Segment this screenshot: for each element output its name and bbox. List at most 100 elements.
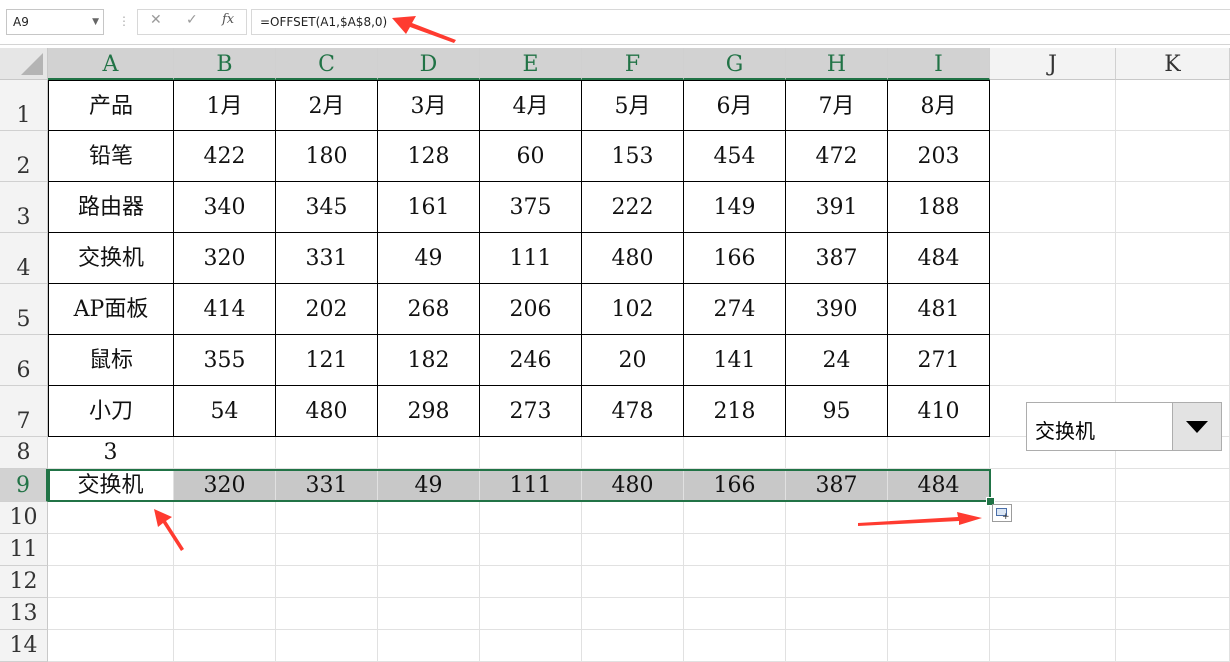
cell-h2[interactable]: 472 (786, 131, 888, 182)
product-combo-box[interactable]: 交换机 (1026, 402, 1222, 451)
cell-c5[interactable]: 202 (276, 284, 378, 335)
cell-b4[interactable]: 320 (174, 233, 276, 284)
cell-k6[interactable] (1116, 335, 1230, 386)
cell-c10[interactable] (276, 502, 378, 534)
cell-i12[interactable] (888, 566, 990, 598)
cell-j5[interactable] (990, 284, 1116, 335)
cell-e5[interactable]: 206 (480, 284, 582, 335)
cell-c6[interactable]: 121 (276, 335, 378, 386)
cell-e12[interactable] (480, 566, 582, 598)
cell-a8[interactable]: 3 (48, 437, 174, 469)
cell-j12[interactable] (990, 566, 1116, 598)
cell-b7[interactable]: 54 (174, 386, 276, 437)
cell-i7[interactable]: 410 (888, 386, 990, 437)
row-header-9[interactable]: 9 (0, 469, 48, 502)
cell-b8[interactable] (174, 437, 276, 469)
cell-i11[interactable] (888, 534, 990, 566)
cell-b9[interactable]: 320 (174, 469, 276, 502)
paste-options-icon[interactable]: + (992, 504, 1012, 522)
cell-d2[interactable]: 128 (378, 131, 480, 182)
cell-g14[interactable] (684, 630, 786, 662)
cell-g5[interactable]: 274 (684, 284, 786, 335)
cell-i3[interactable]: 188 (888, 182, 990, 233)
column-header-i[interactable]: I (888, 48, 990, 80)
cell-h6[interactable]: 24 (786, 335, 888, 386)
cell-e2[interactable]: 60 (480, 131, 582, 182)
cell-k4[interactable] (1116, 233, 1230, 284)
cell-f12[interactable] (582, 566, 684, 598)
cell-b14[interactable] (174, 630, 276, 662)
cell-b1[interactable]: 1月 (174, 80, 276, 131)
cell-d7[interactable]: 298 (378, 386, 480, 437)
cell-a4[interactable]: 交换机 (48, 233, 174, 284)
cell-d14[interactable] (378, 630, 480, 662)
column-header-a[interactable]: A (48, 48, 174, 80)
cell-d10[interactable] (378, 502, 480, 534)
row-header-5[interactable]: 5 (0, 284, 48, 335)
cell-e7[interactable]: 273 (480, 386, 582, 437)
row-header-4[interactable]: 4 (0, 233, 48, 284)
cell-k13[interactable] (1116, 598, 1230, 630)
cell-b5[interactable]: 414 (174, 284, 276, 335)
cell-e3[interactable]: 375 (480, 182, 582, 233)
cell-h4[interactable]: 387 (786, 233, 888, 284)
cell-g8[interactable] (684, 437, 786, 469)
cell-i13[interactable] (888, 598, 990, 630)
cell-a14[interactable] (48, 630, 174, 662)
cell-f7[interactable]: 478 (582, 386, 684, 437)
cell-f9[interactable]: 480 (582, 469, 684, 502)
cell-d12[interactable] (378, 566, 480, 598)
row-header-10[interactable]: 10 (0, 502, 48, 534)
cell-j14[interactable] (990, 630, 1116, 662)
cell-g13[interactable] (684, 598, 786, 630)
cell-c13[interactable] (276, 598, 378, 630)
cell-a1[interactable]: 产品 (48, 80, 174, 131)
cell-j11[interactable] (990, 534, 1116, 566)
cell-f3[interactable]: 222 (582, 182, 684, 233)
column-header-c[interactable]: C (276, 48, 378, 80)
cell-f2[interactable]: 153 (582, 131, 684, 182)
cell-d8[interactable] (378, 437, 480, 469)
cell-a7[interactable]: 小刀 (48, 386, 174, 437)
cell-k3[interactable] (1116, 182, 1230, 233)
row-header-8[interactable]: 8 (0, 437, 48, 469)
cell-k1[interactable] (1116, 80, 1230, 131)
cell-i9[interactable]: 484 (888, 469, 990, 502)
column-header-j[interactable]: J (990, 48, 1116, 80)
cell-h12[interactable] (786, 566, 888, 598)
cell-j9[interactable] (990, 469, 1116, 502)
cell-a9[interactable]: 交换机 (48, 469, 174, 502)
cell-c8[interactable] (276, 437, 378, 469)
cancel-icon[interactable]: ✕ (150, 12, 162, 28)
cell-a12[interactable] (48, 566, 174, 598)
cell-j4[interactable] (990, 233, 1116, 284)
name-box[interactable]: A9 ▼ (6, 9, 104, 35)
cell-e1[interactable]: 4月 (480, 80, 582, 131)
column-header-b[interactable]: B (174, 48, 276, 80)
cell-b3[interactable]: 340 (174, 182, 276, 233)
cell-e10[interactable] (480, 502, 582, 534)
row-header-3[interactable]: 3 (0, 182, 48, 233)
cell-j13[interactable] (990, 598, 1116, 630)
cell-g12[interactable] (684, 566, 786, 598)
row-header-6[interactable]: 6 (0, 335, 48, 386)
cell-e8[interactable] (480, 437, 582, 469)
cell-e13[interactable] (480, 598, 582, 630)
row-header-14[interactable]: 14 (0, 630, 48, 662)
select-all-button[interactable] (0, 48, 48, 80)
cell-b10[interactable] (174, 502, 276, 534)
cell-d11[interactable] (378, 534, 480, 566)
cell-j1[interactable] (990, 80, 1116, 131)
cell-d3[interactable]: 161 (378, 182, 480, 233)
cell-d1[interactable]: 3月 (378, 80, 480, 131)
cell-j6[interactable] (990, 335, 1116, 386)
cell-g4[interactable]: 166 (684, 233, 786, 284)
cell-f5[interactable]: 102 (582, 284, 684, 335)
cell-j2[interactable] (990, 131, 1116, 182)
cell-h5[interactable]: 390 (786, 284, 888, 335)
cell-b12[interactable] (174, 566, 276, 598)
cell-c4[interactable]: 331 (276, 233, 378, 284)
cell-i8[interactable] (888, 437, 990, 469)
cell-i14[interactable] (888, 630, 990, 662)
row-header-13[interactable]: 13 (0, 598, 48, 630)
